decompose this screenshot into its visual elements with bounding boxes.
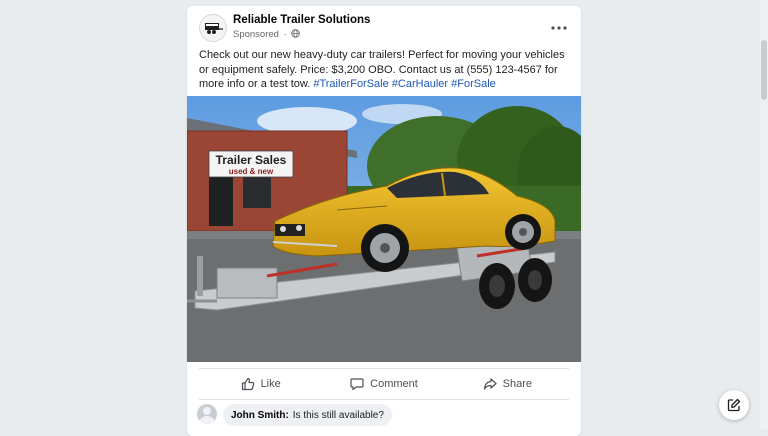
like-button[interactable]: Like <box>199 369 322 399</box>
thumbs-up-icon <box>241 377 254 391</box>
sponsored-label[interactable]: Sponsored <box>233 29 279 40</box>
more-options-button[interactable] <box>549 18 569 34</box>
hashtag-forsale[interactable]: #ForSale <box>451 78 496 90</box>
compose-button[interactable] <box>719 390 749 420</box>
globe-icon <box>291 29 301 38</box>
more-horizontal-icon <box>551 26 567 30</box>
comment-icon <box>350 378 364 391</box>
hashtag-trailerforsale[interactable]: #TrailerForSale <box>313 78 388 90</box>
meta-separator: · <box>283 29 287 40</box>
comment-item: John Smith: Is this still available? <box>197 404 567 428</box>
page-name[interactable]: Reliable Trailer Solutions <box>233 14 370 26</box>
sign-title: Trailer Sales <box>216 153 287 167</box>
comment-bubble: John Smith: Is this still available? <box>223 404 392 426</box>
comment-text: Is this still available? <box>292 409 384 421</box>
post-caption: Check out our new heavy-duty car trailer… <box>199 48 571 92</box>
post-header: Reliable Trailer Solutions Sponsored · <box>187 6 581 46</box>
trailer-logo-icon <box>205 23 223 34</box>
comment-label: Comment <box>370 378 418 390</box>
comment-button[interactable]: Comment <box>322 369 445 399</box>
sign-subtitle: used & new <box>229 167 274 176</box>
share-button[interactable]: Share <box>446 369 569 399</box>
post-photo[interactable]: Trailer Sales used & new <box>187 96 581 362</box>
post-meta: Sponsored · <box>233 29 301 40</box>
compose-icon <box>727 398 741 412</box>
commenter-avatar[interactable] <box>197 404 217 424</box>
sponsored-post-card: Reliable Trailer Solutions Sponsored · C… <box>187 6 581 436</box>
page-scrollbar[interactable] <box>760 0 768 429</box>
page-avatar[interactable] <box>199 14 227 42</box>
scrollbar-thumb[interactable] <box>761 40 767 100</box>
comment-author[interactable]: John Smith: <box>231 410 289 421</box>
share-arrow-icon <box>483 378 497 390</box>
hashtag-carhauler[interactable]: #CarHauler <box>392 78 448 90</box>
share-label: Share <box>502 378 532 390</box>
post-actions: Like Comment Share <box>199 368 569 400</box>
like-label: Like <box>260 378 281 390</box>
